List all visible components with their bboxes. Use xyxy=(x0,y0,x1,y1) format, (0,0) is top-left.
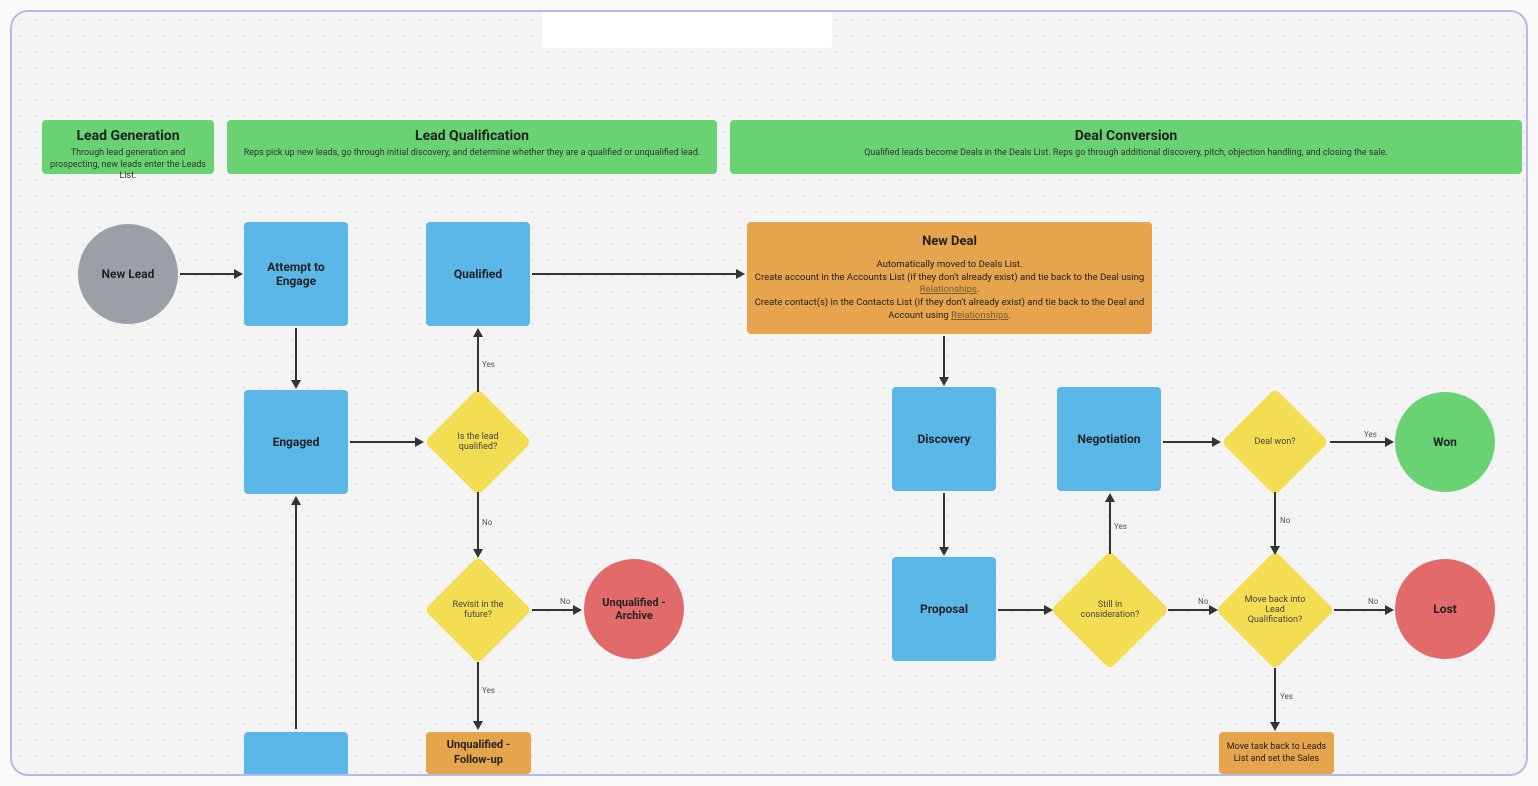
edge-label: No xyxy=(1280,516,1290,525)
arrowhead xyxy=(1212,437,1221,447)
node-engaged[interactable]: Engaged xyxy=(244,390,348,494)
header-deal-conversion: Deal Conversion Qualified leads become D… xyxy=(730,120,1522,174)
node-negotiation[interactable]: Negotiation xyxy=(1057,387,1161,491)
new-deal-line2: Create account in the Accounts List (if … xyxy=(753,272,1146,298)
node-proposal[interactable]: Proposal xyxy=(892,557,996,661)
node-unqualified-followup[interactable]: Unqualified - Follow-up xyxy=(426,732,531,774)
arrow xyxy=(1109,501,1111,554)
node-move-task[interactable]: Move task back to Leads List and set the… xyxy=(1219,732,1334,774)
arrowhead xyxy=(291,496,301,505)
arrow xyxy=(532,273,737,275)
arrowhead xyxy=(1270,722,1280,731)
arrowhead xyxy=(1385,437,1394,447)
arrowhead xyxy=(415,437,424,447)
edge-label: Yes xyxy=(482,360,495,369)
node-discovery[interactable]: Discovery xyxy=(892,387,996,491)
edge-label: No xyxy=(1368,597,1378,606)
new-deal-title: New Deal xyxy=(922,233,977,251)
arrow xyxy=(477,662,479,722)
arrow xyxy=(998,609,1045,611)
arrow xyxy=(943,493,945,548)
edge-label: Yes xyxy=(1364,430,1377,439)
arrowhead xyxy=(736,269,745,279)
header-desc: Reps pick up new leads, go through initi… xyxy=(233,148,711,160)
arrowhead xyxy=(473,328,483,337)
decision-deal-won[interactable]: Deal won? xyxy=(1221,388,1328,495)
decision-move-back[interactable]: Move back into Lead Qualification? xyxy=(1216,551,1335,670)
arrow xyxy=(1274,492,1276,547)
arrowhead xyxy=(473,721,483,730)
arrow xyxy=(1330,441,1386,443)
arrow xyxy=(350,441,416,443)
arrowhead xyxy=(1209,605,1218,615)
decision-still-consideration[interactable]: Still in consideration? xyxy=(1051,551,1170,670)
header-title: Lead Generation xyxy=(48,128,208,144)
new-deal-line3: Create contact(s) in the Contacts List (… xyxy=(753,297,1146,323)
arrowhead xyxy=(473,549,483,558)
arrowhead xyxy=(1385,605,1394,615)
decision-revisit[interactable]: Revisit in the future? xyxy=(424,556,531,663)
edge-label: No xyxy=(482,518,492,527)
white-placeholder xyxy=(542,12,832,48)
edge-label: Yes xyxy=(1114,522,1127,531)
flowchart-canvas: Lead Generation Through lead generation … xyxy=(12,12,1526,774)
arrow xyxy=(943,336,945,378)
arrow xyxy=(1334,609,1386,611)
arrowhead xyxy=(234,269,243,279)
header-desc: Through lead generation and prospecting,… xyxy=(48,148,208,183)
new-deal-line1: Automatically moved to Deals List. xyxy=(876,259,1022,272)
node-new-deal[interactable]: New Deal Automatically moved to Deals Li… xyxy=(747,222,1152,334)
arrowhead xyxy=(939,377,949,386)
link-relationships[interactable]: Relationships xyxy=(920,284,977,295)
arrow xyxy=(295,328,297,381)
arrow xyxy=(1163,441,1213,443)
node-attempt-engage[interactable]: Attempt to Engage xyxy=(244,222,348,326)
node-lost[interactable]: Lost xyxy=(1395,559,1495,659)
header-desc: Qualified leads become Deals in the Deal… xyxy=(736,148,1516,160)
arrow xyxy=(180,273,235,275)
node-won[interactable]: Won xyxy=(1395,392,1495,492)
arrowhead xyxy=(1270,546,1280,555)
edge-label: No xyxy=(1198,597,1208,606)
header-title: Lead Qualification xyxy=(233,128,711,144)
edge-label: No xyxy=(560,597,570,606)
edge-label: Yes xyxy=(482,686,495,695)
decision-is-qualified[interactable]: Is the lead qualified? xyxy=(424,388,531,495)
header-lead-generation: Lead Generation Through lead generation … xyxy=(42,120,214,174)
edge-label: Yes xyxy=(1280,692,1293,701)
arrowhead xyxy=(573,605,582,615)
arrowhead xyxy=(291,380,301,389)
header-title: Deal Conversion xyxy=(736,128,1516,144)
arrow xyxy=(477,336,479,392)
arrowhead xyxy=(939,547,949,556)
node-unqualified-archive[interactable]: Unqualified - Archive xyxy=(584,559,684,659)
arrow xyxy=(532,609,574,611)
node-new-lead[interactable]: New Lead xyxy=(78,224,178,324)
arrowhead xyxy=(1044,605,1053,615)
arrow xyxy=(477,492,479,550)
diagram-frame[interactable]: Lead Generation Through lead generation … xyxy=(10,10,1528,776)
node-qualified[interactable]: Qualified xyxy=(426,222,530,326)
arrow xyxy=(1168,609,1210,611)
header-lead-qualification: Lead Qualification Reps pick up new lead… xyxy=(227,120,717,174)
arrow xyxy=(1274,668,1276,723)
arrowhead xyxy=(1105,493,1115,502)
node-partial-blue[interactable] xyxy=(244,732,348,776)
link-relationships[interactable]: Relationships xyxy=(951,310,1008,321)
arrow xyxy=(295,504,297,729)
